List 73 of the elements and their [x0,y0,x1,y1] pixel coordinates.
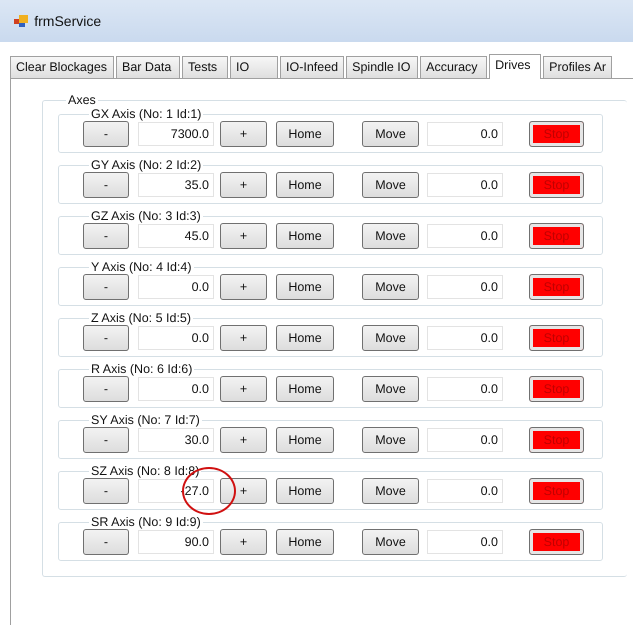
move-button[interactable]: Move [362,121,419,147]
minus-button[interactable]: - [83,325,129,351]
minus-button[interactable]: - [83,172,129,198]
minus-button[interactable]: - [83,427,129,453]
move-field[interactable]: 0.0 [427,428,503,452]
value-field[interactable]: 0.0 [138,275,214,299]
minus-button[interactable]: - [83,223,129,249]
plus-button[interactable]: + [220,274,267,300]
tab[interactable]: Tests [182,56,228,78]
move-button[interactable]: Move [362,172,419,198]
move-button[interactable]: Move [362,478,419,504]
move-field[interactable]: 0.0 [427,122,503,146]
axis-title: GY Axis (No: 2 Id:2) [90,158,202,172]
axis-title: GZ Axis (No: 3 Id:3) [90,209,202,223]
home-button[interactable]: Home [276,121,334,147]
move-field[interactable]: 0.0 [427,530,503,554]
plus-button[interactable]: + [220,325,267,351]
value-field[interactable]: 45.0 [138,224,214,248]
window-title: frmService [34,12,102,30]
tab[interactable]: Spindle IO [346,56,418,78]
move-field[interactable]: 0.0 [427,377,503,401]
plus-button[interactable]: + [220,223,267,249]
plus-button[interactable]: + [220,376,267,402]
plus-button[interactable]: + [220,478,267,504]
move-field[interactable]: 0.0 [427,479,503,503]
home-button[interactable]: Home [276,529,334,555]
tab[interactable]: Bar Data [116,56,180,78]
move-field[interactable]: 0.0 [427,224,503,248]
value-field[interactable]: 90.0 [138,530,214,554]
tab[interactable]: IO-Infeed [280,56,344,78]
move-button[interactable]: Move [362,274,419,300]
axis-title: GX Axis (No: 1 Id:1) [90,107,202,121]
tab[interactable]: Drives [489,54,542,79]
value-field[interactable]: 0.0 [138,326,214,350]
plus-button[interactable]: + [220,172,267,198]
move-button[interactable]: Move [362,376,419,402]
tab[interactable]: Clear Blockages [10,56,114,78]
plus-button[interactable]: + [220,427,267,453]
axis-title: SR Axis (No: 9 Id:9) [90,515,202,529]
home-button[interactable]: Home [276,427,334,453]
move-button[interactable]: Move [362,427,419,453]
axis-title: Z Axis (No: 5 Id:5) [90,311,192,325]
move-field[interactable]: 0.0 [427,275,503,299]
move-field[interactable]: 0.0 [427,326,503,350]
move-button[interactable]: Move [362,325,419,351]
minus-button[interactable]: - [83,478,129,504]
value-field[interactable]: 30.0 [138,428,214,452]
move-field[interactable]: 0.0 [427,173,503,197]
home-button[interactable]: Home [276,172,334,198]
plus-button[interactable]: + [220,121,267,147]
home-button[interactable]: Home [276,325,334,351]
minus-button[interactable]: - [83,376,129,402]
minus-button[interactable]: - [83,529,129,555]
home-button[interactable]: Home [276,478,334,504]
tab[interactable]: IO [230,56,278,78]
tab[interactable]: Profiles Ar [543,56,612,78]
home-button[interactable]: Home [276,376,334,402]
axis-title: R Axis (No: 6 Id:6) [90,362,194,376]
minus-button[interactable]: - [83,274,129,300]
move-button[interactable]: Move [362,529,419,555]
value-field[interactable]: 35.0 [138,173,214,197]
axis-title: SY Axis (No: 7 Id:7) [90,413,201,427]
plus-button[interactable]: + [220,529,267,555]
move-button[interactable]: Move [362,223,419,249]
app-icon [14,15,28,27]
home-button[interactable]: Home [276,223,334,249]
home-button[interactable]: Home [276,274,334,300]
group-title: Axes [67,93,97,107]
minus-button[interactable]: - [83,121,129,147]
tab[interactable]: Accuracy [420,56,488,78]
value-field[interactable]: 7300.0 [138,122,214,146]
axis-title: Y Axis (No: 4 Id:4) [90,260,193,274]
value-field[interactable]: 0.0 [138,377,214,401]
